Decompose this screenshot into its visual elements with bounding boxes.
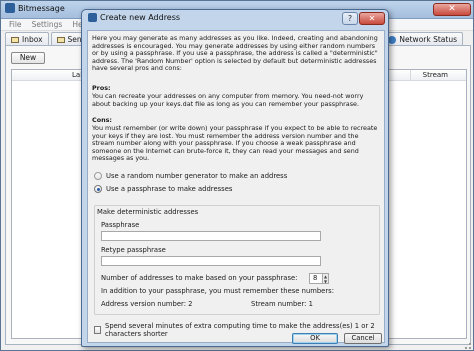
pros-text: You can recreate your addresses on any c…	[92, 92, 364, 108]
menu-settings[interactable]: Settings	[32, 19, 63, 30]
dialog-title: Create new Address	[88, 13, 180, 22]
radio-random[interactable]	[94, 172, 102, 180]
address-count-spinbox[interactable]: 8	[309, 273, 323, 284]
dialog-title-text: Create new Address	[100, 13, 181, 22]
main-tabbar: Inbox Send	[5, 32, 93, 46]
column-divider	[410, 70, 411, 81]
column-header-stream[interactable]: Stream	[423, 71, 448, 79]
extra-time-row[interactable]: Spend several minutes of extra computing…	[94, 322, 384, 338]
cancel-button[interactable]: Cancel	[344, 333, 382, 344]
spin-arrows-icon[interactable]: ▲ ▼	[323, 273, 329, 284]
radio-passphrase-row[interactable]: Use a passphrase to make addresses	[94, 185, 232, 193]
dialog-app-icon	[88, 13, 97, 22]
extra-time-checkbox[interactable]	[94, 326, 101, 334]
dialog-body: Here you may generate as many addresses …	[87, 30, 385, 344]
radio-random-row[interactable]: Use a random number generator to make an…	[94, 172, 287, 180]
stream-number-text: Stream number: 1	[251, 300, 313, 308]
send-icon	[56, 36, 65, 43]
resize-grip-icon[interactable]	[465, 343, 471, 349]
radio-random-label: Use a random number generator to make an…	[106, 172, 288, 180]
inbox-icon	[11, 36, 19, 43]
address-count-label: Number of addresses to make based on you…	[101, 274, 298, 282]
cons-text: You must remember (or write down) your p…	[92, 124, 378, 163]
retype-passphrase-input[interactable]	[101, 256, 321, 266]
retype-passphrase-label: Retype passphrase	[101, 246, 166, 254]
main-window-title: Bitmessage	[5, 3, 65, 13]
tab-network-status[interactable]: Network Status	[382, 32, 463, 46]
extra-time-label: Spend several minutes of extra computing…	[105, 322, 375, 338]
tab-inbox[interactable]: Inbox	[5, 32, 49, 46]
radio-passphrase-label: Use a passphrase to make addresses	[106, 185, 233, 193]
dialog-help-button[interactable]: ?	[342, 12, 358, 25]
create-address-dialog: Create new Address ? ✕ Here you may gene…	[81, 9, 389, 347]
menu-file[interactable]: File	[9, 19, 22, 30]
new-address-button[interactable]: New	[11, 52, 45, 64]
radio-passphrase[interactable]	[94, 185, 102, 193]
intro-text: Here you may generate as many addresses …	[92, 34, 378, 73]
dialog-titlebar[interactable]: Create new Address ? ✕	[82, 10, 388, 27]
bitmessage-app-icon	[5, 3, 15, 13]
passphrase-label: Passphrase	[101, 221, 140, 229]
ok-button[interactable]: OK	[292, 333, 338, 344]
main-window-title-text: Bitmessage	[18, 3, 65, 13]
deterministic-group-title: Make deterministic addresses	[97, 208, 199, 216]
network-icon	[388, 35, 397, 44]
passphrase-input[interactable]	[101, 231, 321, 241]
remember-numbers-text: In addition to your passphrase, you must…	[101, 287, 334, 295]
address-version-text: Address version number: 2	[101, 300, 193, 308]
dialog-close-button[interactable]: ✕	[359, 12, 385, 25]
deterministic-groupbox: Make deterministic addresses Passphrase …	[94, 205, 380, 315]
main-close-button[interactable]: ✕	[433, 3, 471, 16]
